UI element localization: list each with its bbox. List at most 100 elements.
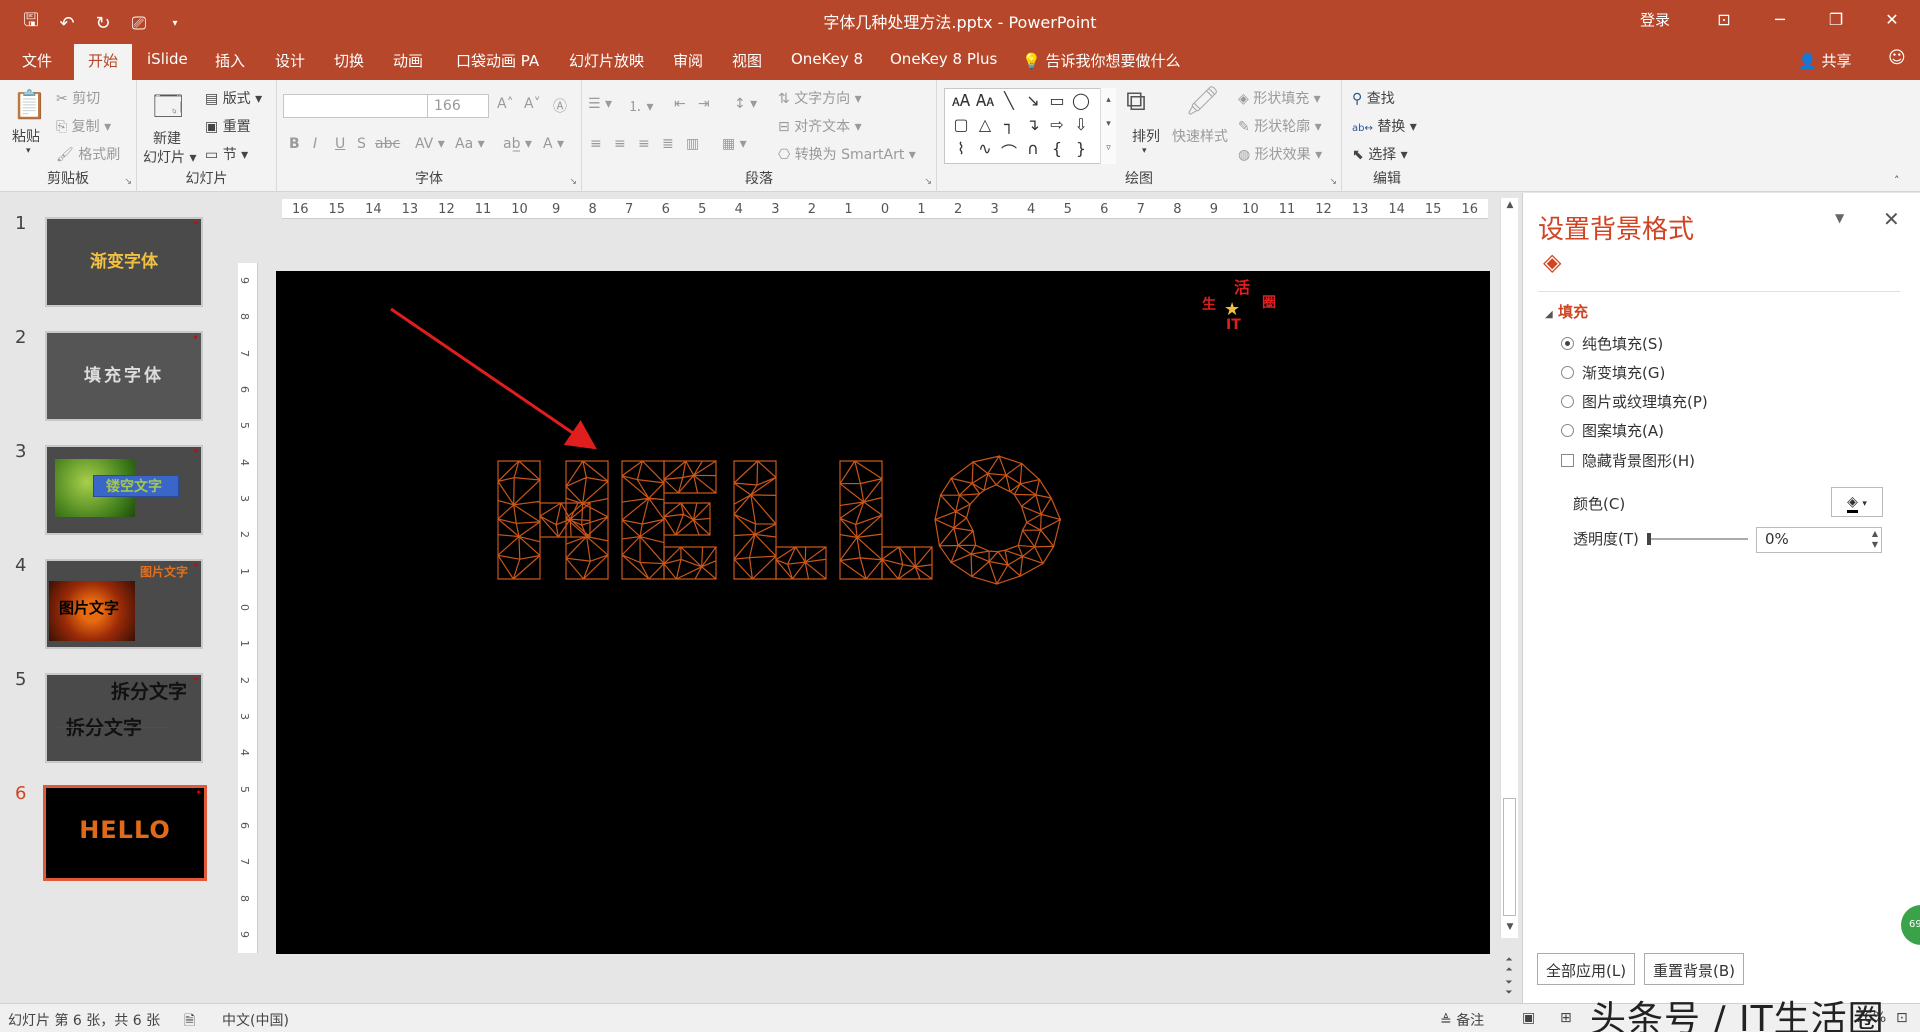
tell-me-search[interactable]: 💡 告诉我你想要做什么 <box>1022 50 1180 71</box>
picture-fill-radio[interactable]: 图片或纹理填充(P) <box>1561 391 1708 412</box>
slide-thumbnail[interactable]: 图片文字 图片文字 ✦ <box>45 559 203 649</box>
spin-down-icon[interactable]: ▼ <box>1872 540 1878 549</box>
solid-fill-radio[interactable]: 纯色填充(S) <box>1561 333 1663 354</box>
section-button[interactable]: ▭ 节 ▾ <box>205 144 248 164</box>
distribute-icon[interactable]: ▥ <box>686 136 699 152</box>
change-case-icon[interactable]: Aa ▾ <box>455 136 485 152</box>
ribbon-display-icon[interactable]: ⊡ <box>1696 0 1752 40</box>
slide-thumbnail[interactable]: 填充字体 ✦ <box>45 331 203 421</box>
tab-onekey8[interactable]: OneKey 8 <box>791 50 863 68</box>
paste-dropdown-icon[interactable]: ▾ <box>26 146 31 156</box>
login-link[interactable]: 登录 <box>1640 9 1670 30</box>
slide-thumbnail-active[interactable]: HELLO ✦ <box>43 785 207 881</box>
reset-background-button[interactable]: 重置背景(B) <box>1644 953 1744 985</box>
paint-bucket-icon[interactable]: ◈ <box>1543 248 1561 276</box>
replace-button[interactable]: ab↔ 替换 ▾ <box>1352 116 1417 136</box>
slide-sorter-icon[interactable]: ⊞ <box>1560 1010 1572 1026</box>
collapse-ribbon-icon[interactable]: ˄ <box>1894 174 1900 187</box>
paste-icon[interactable]: 📋 <box>12 88 47 121</box>
pattern-fill-radio[interactable]: 图案填充(A) <box>1561 420 1664 441</box>
columns-icon[interactable]: ▦ ▾ <box>722 136 747 152</box>
scroll-down-icon[interactable]: ▼ <box>1501 922 1519 932</box>
justify-icon[interactable]: ≣ <box>662 136 674 152</box>
reset-button[interactable]: ▣ 重置 <box>205 116 251 136</box>
strikethrough-icon[interactable]: abc <box>375 136 400 152</box>
shape-effects-button[interactable]: ◍ 形状效果 ▾ <box>1238 144 1322 164</box>
right-brace-shape-icon[interactable]: } <box>1069 139 1093 163</box>
paste-button[interactable]: 粘贴 <box>12 126 40 146</box>
shadow-icon[interactable]: S <box>357 136 366 152</box>
grow-font-icon[interactable]: A˄ <box>497 96 514 112</box>
textbox-shape-icon[interactable]: 🗚 <box>949 91 973 115</box>
copy-button[interactable]: ⎘ 复制 ▾ <box>56 116 111 136</box>
shape-fill-button[interactable]: ◈ 形状填充 ▾ <box>1238 88 1321 108</box>
prev-slide-icon[interactable]: ⏶ ⏶ <box>1500 955 1518 975</box>
next-slide-icon[interactable]: ⏷ ⏷ <box>1500 978 1518 998</box>
font-size-input[interactable]: 166 <box>427 94 489 118</box>
rectangle-shape-icon[interactable]: ▭ <box>1045 91 1069 115</box>
radio[interactable] <box>1561 395 1574 408</box>
down-arrow-shape-icon[interactable]: ⇩ <box>1069 115 1093 139</box>
tab-islide[interactable]: iSlide <box>147 50 188 68</box>
tab-design[interactable]: 设计 <box>275 50 305 71</box>
rounded-rect-shape-icon[interactable]: ▢ <box>949 115 973 139</box>
close-icon[interactable]: ✕ <box>1864 0 1920 40</box>
share-button[interactable]: 👤 共享 <box>1798 50 1851 71</box>
radio[interactable] <box>1561 424 1574 437</box>
vertical-textbox-shape-icon[interactable]: 🗛 <box>973 91 997 115</box>
arrow-line-shape-icon[interactable]: ↘ <box>1021 91 1045 115</box>
scroll-up-icon[interactable]: ▲ <box>1501 200 1519 210</box>
fit-slide-icon[interactable]: ⊡ <box>1896 1010 1908 1026</box>
align-center-icon[interactable]: ≡ <box>614 136 626 152</box>
quick-styles-icon[interactable]: 🖍 <box>1185 84 1221 117</box>
bold-icon[interactable]: B <box>289 136 300 152</box>
text-direction-button[interactable]: ⇅ 文字方向 ▾ <box>778 88 862 108</box>
tab-transitions[interactable]: 切换 <box>334 50 364 71</box>
pane-options-icon[interactable]: ▼ <box>1835 211 1844 225</box>
tab-home[interactable]: 开始 <box>74 44 133 80</box>
shape-outline-button[interactable]: ✎ 形状轮廓 ▾ <box>1238 116 1322 136</box>
freeform-shape-icon[interactable]: ⌇ <box>949 139 973 163</box>
slide-thumbnail[interactable]: 镂空文字 ✦ <box>45 445 203 535</box>
maximize-icon[interactable]: ❐ <box>1808 0 1864 40</box>
spin-up-icon[interactable]: ▲ <box>1872 529 1878 538</box>
scribble-shape-icon[interactable]: ∿ <box>973 139 997 163</box>
slider-knob[interactable] <box>1647 533 1651 545</box>
tab-slideshow[interactable]: 幻灯片放映 <box>569 50 644 71</box>
floating-badge[interactable]: 69 <box>1901 905 1920 945</box>
fill-section-header[interactable]: ◢ 填充 <box>1545 301 1588 322</box>
find-button[interactable]: ⚲ 查找 <box>1352 88 1395 108</box>
language-indicator[interactable]: 中文(中国) <box>222 1010 289 1030</box>
align-text-button[interactable]: ⊟ 对齐文本 ▾ <box>778 116 862 136</box>
decrease-indent-icon[interactable]: ⇤ <box>674 96 686 112</box>
tab-pocket-animation[interactable]: 口袋动画 PA <box>456 50 539 71</box>
tab-view[interactable]: 视图 <box>732 50 762 71</box>
tab-insert[interactable]: 插入 <box>215 50 245 71</box>
apply-all-button[interactable]: 全部应用(L) <box>1537 953 1636 985</box>
font-launcher-icon[interactable]: ↘ <box>569 177 577 187</box>
italic-icon[interactable]: I <box>313 136 317 152</box>
tab-onekey8plus[interactable]: OneKey 8 Plus <box>890 50 997 68</box>
tab-file[interactable]: 文件 <box>22 50 52 71</box>
numbering-icon[interactable]: ⒈ ▾ <box>628 96 653 116</box>
align-left-icon[interactable]: ≡ <box>590 136 602 152</box>
right-arrow-shape-icon[interactable]: ⇨ <box>1045 115 1069 139</box>
new-slide-button[interactable]: 新建 <box>153 128 181 148</box>
arc-shape-icon[interactable]: ⌒ <box>997 139 1021 163</box>
left-brace-shape-icon[interactable]: { <box>1045 139 1069 163</box>
format-painter-button[interactable]: 🖌 格式刷 <box>56 144 120 164</box>
font-color-icon[interactable]: A ▾ <box>543 136 564 152</box>
font-name-input[interactable] <box>283 94 431 118</box>
arrange-icon[interactable]: ⧉ <box>1126 84 1146 118</box>
curve-shape-icon[interactable]: ∩ <box>1021 139 1045 163</box>
slide-thumbnail[interactable]: 渐变字体 ✦ <box>45 217 203 307</box>
triangle-shape-icon[interactable]: △ <box>973 115 997 139</box>
clear-format-icon[interactable]: Ⓐ <box>553 96 567 116</box>
cut-button[interactable]: ✂ 剪切 <box>56 88 100 108</box>
layout-button[interactable]: ▤ 版式 ▾ <box>205 88 262 108</box>
checkbox[interactable] <box>1561 454 1574 467</box>
shapes-gallery[interactable]: 🗚 🗛 ╲ ↘ ▭ ◯ ▢ △ ┐ ↴ ⇨ ⇩ ⌇ ∿ ⌒ ∩ { } <box>944 88 1116 164</box>
scroll-thumb[interactable] <box>1503 798 1516 916</box>
normal-view-icon[interactable]: ▣ <box>1522 1010 1535 1026</box>
select-button[interactable]: ⬉ 选择 ▾ <box>1352 144 1408 164</box>
